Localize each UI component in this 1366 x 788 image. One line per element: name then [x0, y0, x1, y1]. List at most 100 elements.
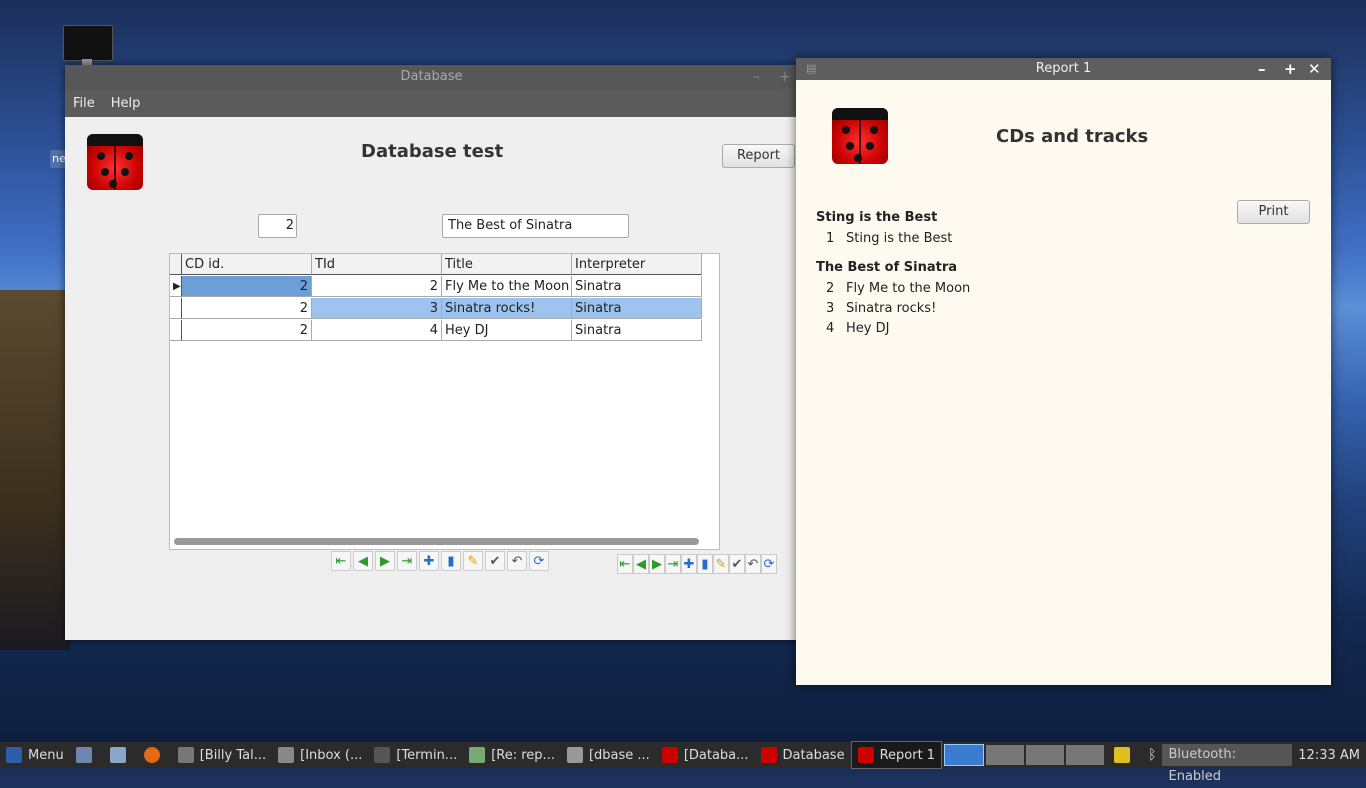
taskbar-item[interactable]: [Billy Tal... — [172, 742, 272, 768]
table-row[interactable]: 2 3 Sinatra rocks! Sinatra — [170, 298, 702, 320]
db-menubar: File Help — [65, 89, 798, 117]
tracks-grid[interactable]: CD id. TId Title Interpreter ▶ 2 2 Fly M… — [169, 253, 817, 550]
record-navigator: ⇤ ◀ ▶ ⇥ ✚ ▮ ✎ ✔ ↶ ⟳ — [331, 551, 549, 571]
grid-header: CD id. TId Title Interpreter — [170, 254, 702, 276]
post-record-icon[interactable]: ✔ — [485, 551, 505, 571]
col-cd-id[interactable]: CD id. — [182, 254, 312, 275]
taskbar: Menu [Billy Tal... [Inbox (... [Termin..… — [0, 741, 1366, 784]
post-record-icon[interactable]: ✔ — [729, 554, 745, 574]
table-row[interactable]: 2 4 Hey DJ Sinatra — [170, 320, 702, 342]
taskbar-item-label: Database — [782, 747, 845, 763]
cell-tid[interactable]: 4 — [312, 320, 442, 341]
row-indicator-header — [170, 254, 182, 275]
window-menu-icon[interactable]: ▤ — [806, 58, 816, 80]
cd-id-field[interactable]: 2 — [258, 214, 297, 238]
menu-file[interactable]: File — [73, 96, 95, 111]
cell-interpreter[interactable]: Sinatra — [572, 298, 702, 319]
taskbar-item[interactable]: [Termin... — [368, 742, 463, 768]
col-title[interactable]: Title — [442, 254, 572, 275]
next-record-icon[interactable]: ▶ — [375, 551, 395, 571]
db-titlebar[interactable]: Database – + — [65, 65, 798, 89]
table-row[interactable]: ▶ 2 2 Fly Me to the Moon Sinatra — [170, 276, 702, 298]
menu-help[interactable]: Help — [111, 96, 141, 111]
cell-cd-id[interactable]: 2 — [182, 320, 312, 341]
track-title: Sinatra rocks! — [846, 301, 937, 316]
cell-tid[interactable]: 3 — [312, 298, 442, 319]
show-desktop-launcher[interactable] — [70, 742, 104, 768]
horizontal-scrollbar[interactable] — [174, 538, 699, 545]
distro-logo-icon — [6, 747, 22, 763]
row-indicator — [170, 320, 182, 341]
workspace-2[interactable] — [986, 745, 1025, 765]
edit-record-icon[interactable]: ✎ — [713, 554, 729, 574]
taskbar-item-label: [Termin... — [396, 747, 458, 763]
print-button[interactable]: Print — [1237, 200, 1310, 224]
row-indicator — [170, 298, 182, 319]
taskbar-item-active[interactable]: Report 1 — [850, 741, 943, 769]
minimize-icon[interactable]: – — [753, 65, 760, 89]
delete-record-icon[interactable]: ▮ — [697, 554, 713, 574]
track-number: 4 — [826, 321, 835, 336]
insert-record-icon[interactable]: ✚ — [419, 551, 439, 571]
taskbar-item-label: [Inbox (... — [300, 747, 363, 763]
edit-record-icon[interactable]: ✎ — [463, 551, 483, 571]
delete-record-icon[interactable]: ▮ — [441, 551, 461, 571]
maximize-icon[interactable]: + — [1284, 58, 1297, 80]
minimize-icon[interactable]: – — [1258, 58, 1266, 80]
terminal-icon — [374, 747, 391, 763]
firefox-launcher[interactable] — [138, 742, 172, 768]
insert-record-icon[interactable]: ✚ — [681, 554, 697, 574]
bluetooth-icon: ᛒ — [1148, 747, 1157, 763]
workspace-1[interactable] — [944, 744, 985, 766]
ladybug-logo-icon — [87, 134, 143, 190]
start-menu-button[interactable]: Menu — [0, 742, 70, 768]
col-tid[interactable]: TId — [312, 254, 442, 275]
cell-tid[interactable]: 2 — [312, 276, 442, 297]
clock[interactable]: 12:33 AM — [1292, 742, 1366, 768]
cell-title[interactable]: Hey DJ — [442, 320, 572, 341]
computer-desktop-icon[interactable] — [63, 25, 113, 61]
refresh-icon[interactable]: ⟳ — [529, 551, 549, 571]
taskbar-item[interactable]: [dbase ... — [561, 742, 656, 768]
cell-cd-id[interactable]: 2 — [182, 276, 312, 297]
cell-interpreter[interactable]: Sinatra — [572, 320, 702, 341]
workspace-3[interactable] — [1026, 745, 1065, 765]
cd-title-field[interactable]: The Best of Sinatra — [442, 214, 629, 238]
taskbar-item[interactable]: [Databa... — [656, 742, 755, 768]
taskbar-item[interactable]: [Re: rep... — [463, 742, 561, 768]
last-record-icon[interactable]: ⇥ — [665, 554, 681, 574]
cell-cd-id[interactable]: 2 — [182, 298, 312, 319]
cancel-edit-icon[interactable]: ↶ — [507, 551, 527, 571]
compose-icon — [469, 747, 486, 763]
track-number: 1 — [826, 231, 835, 246]
file-manager-tray[interactable] — [1108, 742, 1142, 768]
ladybug-icon — [661, 747, 678, 763]
prior-record-icon[interactable]: ◀ — [353, 551, 373, 571]
first-record-icon[interactable]: ⇤ — [617, 554, 633, 574]
cell-interpreter[interactable]: Sinatra — [572, 276, 702, 297]
col-interpreter[interactable]: Interpreter — [572, 254, 702, 275]
report-titlebar[interactable]: ▤ Report 1 – + ✕ — [796, 58, 1331, 80]
cell-title[interactable]: Sinatra rocks! — [442, 298, 572, 319]
castle-background — [0, 290, 70, 650]
taskbar-item[interactable]: Database — [755, 742, 851, 768]
prior-record-icon[interactable]: ◀ — [633, 554, 649, 574]
home-folder-launcher[interactable] — [104, 742, 138, 768]
taskbar-item-label: [dbase ... — [588, 747, 650, 763]
refresh-icon[interactable]: ⟳ — [761, 554, 777, 574]
track-number: 2 — [826, 281, 835, 296]
track-title: Fly Me to the Moon — [846, 281, 971, 296]
maximize-icon[interactable]: + — [779, 65, 791, 89]
first-record-icon[interactable]: ⇤ — [331, 551, 351, 571]
bluetooth-tray[interactable]: ᛒ — [1142, 742, 1162, 768]
workspace-4[interactable] — [1066, 745, 1105, 765]
last-record-icon[interactable]: ⇥ — [397, 551, 417, 571]
taskbar-item[interactable]: [Inbox (... — [272, 742, 368, 768]
cancel-edit-icon[interactable]: ↶ — [745, 554, 761, 574]
mail-icon — [278, 747, 295, 763]
close-icon[interactable]: ✕ — [1308, 58, 1321, 80]
ladybug-icon — [760, 747, 777, 763]
cell-title[interactable]: Fly Me to the Moon — [442, 276, 572, 297]
report-button[interactable]: Report — [722, 144, 795, 168]
next-record-icon[interactable]: ▶ — [649, 554, 665, 574]
